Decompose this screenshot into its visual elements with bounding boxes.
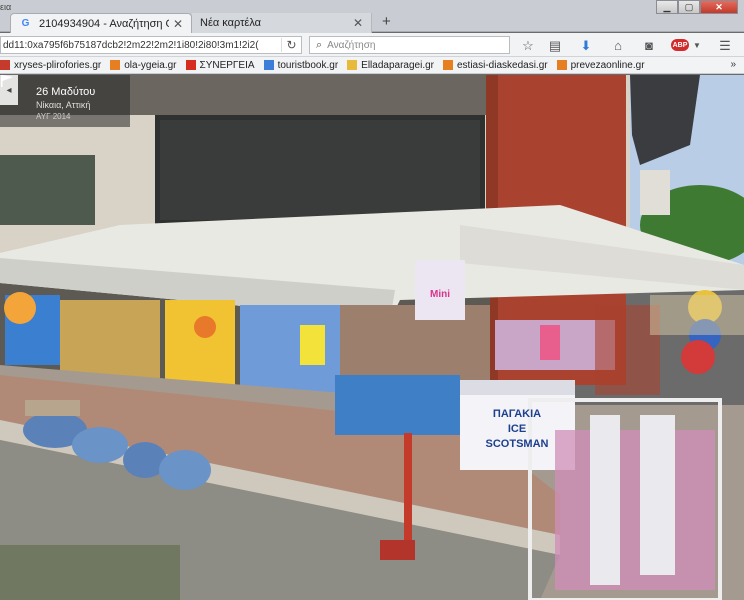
bookmark-favicon-icon bbox=[185, 60, 196, 70]
nav-bar: dd11:0xa795f6b75187dcb2!2m22!2m2!1i80!2i… bbox=[0, 33, 744, 57]
freezer-sign: ΠΑΓΑΚΙΑ ICE SCOTSMAN bbox=[462, 407, 572, 452]
street-view-panorama[interactable]: ΠΑΓΑΚΙΑ ICE SCOTSMAN Mini 26 Μαδύτου Νίκ… bbox=[0, 75, 744, 600]
capture-date: ΑΥΓ 2014 bbox=[36, 112, 71, 121]
window-controls: ▁ ▢ ✕ bbox=[656, 0, 738, 14]
download-icon[interactable]: ⬇ bbox=[577, 38, 595, 54]
tab-new-tab[interactable]: Νέα καρτέλα ✕ bbox=[192, 13, 372, 33]
close-icon[interactable]: ✕ bbox=[173, 17, 183, 31]
chevron-down-icon[interactable]: ▼ bbox=[688, 41, 706, 50]
url-bar[interactable]: dd11:0xa795f6b75187dcb2!2m22!2m2!1i80!2i… bbox=[0, 36, 302, 54]
freezer-text: ΠΑΓΑΚΙΑ bbox=[492, 408, 542, 420]
bookmark-label: Elladaparagei.gr bbox=[361, 59, 434, 71]
location-title: 26 Μαδύτου bbox=[36, 86, 96, 98]
bookmark-item[interactable]: xryses-plirofories.gr bbox=[0, 60, 101, 71]
bookmark-label: ΣΥΝΕΡΓΕΙΑ bbox=[199, 59, 255, 71]
bookmark-item[interactable]: ΣΥΝΕΡΓΕΙΑ bbox=[185, 59, 255, 71]
close-window-icon[interactable]: ✕ bbox=[700, 0, 738, 14]
maximize-icon[interactable]: ▢ bbox=[678, 0, 700, 14]
bookmark-item[interactable]: prevezaonline.gr bbox=[556, 59, 645, 71]
tab-title: 2104934904 - Αναζήτηση Goo bbox=[39, 17, 169, 30]
location-subtitle: Νίκαια, Αττική bbox=[36, 100, 91, 110]
search-input[interactable]: ⌕ Αναζήτηση bbox=[309, 36, 510, 54]
reload-icon[interactable]: ↻ bbox=[281, 38, 301, 52]
pocket-icon[interactable]: ◙ bbox=[640, 38, 658, 53]
close-icon[interactable]: ✕ bbox=[353, 16, 363, 30]
tab-bar: εια G 2104934904 - Αναζήτηση Goo ✕ Νέα κ… bbox=[0, 0, 744, 33]
bookmark-favicon-icon bbox=[0, 60, 10, 70]
bookmark-favicon-icon bbox=[347, 60, 358, 70]
bookmarks-overflow-button[interactable]: » bbox=[730, 59, 736, 70]
bookmark-label: estiasi-diaskedasi.gr bbox=[456, 59, 548, 71]
menu-icon[interactable]: ☰ bbox=[716, 38, 734, 54]
reading-list-icon[interactable]: ▤ bbox=[546, 38, 564, 54]
bookmark-label: xryses-plirofories.gr bbox=[14, 59, 102, 71]
minimize-icon[interactable]: ▁ bbox=[656, 0, 678, 14]
url-text: dd11:0xa795f6b75187dcb2!2m22!2m2!1i80!2i… bbox=[3, 39, 259, 51]
new-tab-button[interactable]: + bbox=[382, 13, 391, 30]
bookmarks-bar: xryses-plirofories.gr ola-ygeia.gr ΣΥΝΕΡΓΕ… bbox=[0, 57, 744, 74]
toy-sign: Mini bbox=[430, 289, 450, 300]
bookmark-label: touristbook.gr bbox=[277, 59, 339, 71]
bookmark-favicon-icon bbox=[556, 60, 567, 70]
bookmark-favicon-icon bbox=[263, 60, 274, 70]
bookmark-item[interactable]: ola-ygeia.gr bbox=[110, 59, 177, 71]
freezer-text: ICE bbox=[507, 423, 527, 435]
location-card: 26 Μαδύτου Νίκαια, Αττική ΑΥΓ 2014 bbox=[0, 75, 130, 127]
google-icon: G bbox=[21, 18, 30, 29]
menu-label: εια bbox=[0, 2, 12, 12]
search-placeholder: Αναζήτηση bbox=[327, 39, 376, 51]
street-view-image bbox=[0, 75, 744, 600]
bookmark-favicon-icon bbox=[442, 60, 453, 70]
bookmark-label: prevezaonline.gr bbox=[570, 59, 645, 71]
bookmark-item[interactable]: estiasi-diaskedasi.gr bbox=[442, 59, 548, 71]
report-flag-icon[interactable] bbox=[0, 75, 14, 87]
bookmark-label: ola-ygeia.gr bbox=[124, 59, 177, 71]
home-icon[interactable]: ⌂ bbox=[609, 38, 627, 53]
tab-title: Νέα καρτέλα bbox=[200, 17, 262, 29]
tab-google-search[interactable]: G 2104934904 - Αναζήτηση Goo ✕ bbox=[10, 13, 192, 33]
adblock-icon[interactable]: ABP bbox=[671, 39, 689, 51]
freezer-text: SCOTSMAN bbox=[485, 438, 549, 450]
bookmark-item[interactable]: Elladaparagei.gr bbox=[347, 60, 434, 71]
search-icon: ⌕ bbox=[316, 38, 323, 51]
bookmark-item[interactable]: touristbook.gr bbox=[263, 59, 339, 71]
bookmark-favicon-icon bbox=[110, 60, 121, 70]
bookmark-star-icon[interactable]: ☆ bbox=[519, 38, 537, 54]
